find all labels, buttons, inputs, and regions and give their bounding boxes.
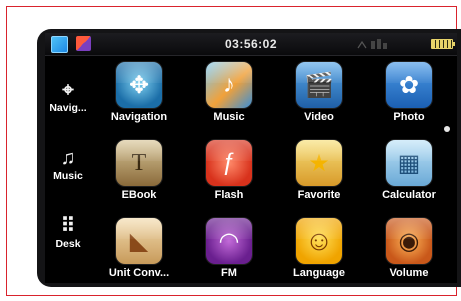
sidebar-item-label: Desk	[55, 238, 81, 250]
app-label: Calculator	[382, 189, 436, 201]
clapperboard-icon: 🎬	[304, 71, 334, 99]
music-note-icon: ♫	[60, 147, 76, 169]
app-grid: ✥ Navigation ♪ Music 🎬 Video ✿ Photo T E…	[95, 56, 445, 283]
app-language[interactable]: ☺ Language	[275, 218, 363, 279]
navigation-compass-icon: ✥	[128, 71, 150, 99]
screen: 03:56:02 ⌖ Navig... ♫ Music ⠿ Desk ✥ Nav…	[45, 33, 457, 283]
app-flash[interactable]: ƒ Flash	[185, 140, 273, 201]
sidebar: ⌖ Navig... ♫ Music ⠿ Desk	[45, 56, 91, 283]
app-ebook[interactable]: T EBook	[95, 140, 183, 201]
app-label: Unit Conv...	[108, 267, 170, 279]
app-calculator[interactable]: ▦ Calculator	[365, 140, 453, 201]
gps-signal-icon	[357, 39, 387, 49]
ruler-triangle-icon: ◣	[129, 227, 149, 255]
app-fm[interactable]: ◠ FM	[185, 218, 273, 279]
app-label: Flash	[214, 189, 244, 201]
app-label: Video	[304, 111, 334, 123]
page-indicator-dot[interactable]	[444, 126, 450, 132]
app-navigation[interactable]: ✥ Navigation	[95, 62, 183, 123]
sidebar-item-label: Navig...	[49, 102, 87, 114]
sidebar-item-label: Music	[53, 170, 83, 182]
app-label: Music	[213, 111, 245, 123]
app-unit-converter[interactable]: ◣ Unit Conv...	[95, 218, 183, 279]
app-label: Favorite	[297, 189, 341, 201]
status-bar: 03:56:02	[45, 33, 457, 56]
smiley-icon: ☺	[304, 225, 334, 256]
app-label: Volume	[389, 267, 429, 279]
app-photo[interactable]: ✿ Photo	[365, 62, 453, 123]
app-video[interactable]: 🎬 Video	[275, 62, 363, 123]
app-label: Language	[293, 267, 345, 279]
flash-icon: ƒ	[222, 149, 236, 176]
photo-icon: ✿	[398, 71, 420, 99]
app-label: Photo	[393, 111, 425, 123]
battery-icon	[431, 39, 455, 49]
clock: 03:56:02	[224, 37, 278, 51]
book-icon: T	[131, 149, 147, 176]
app-label: Navigation	[110, 111, 168, 123]
speaker-icon: ◉	[398, 227, 420, 255]
app-label: EBook	[121, 189, 157, 201]
sidebar-item-music[interactable]: ♫ Music	[45, 146, 91, 182]
app-favorite[interactable]: ★ Favorite	[275, 140, 363, 201]
music-icon: ♪	[223, 71, 235, 98]
app-music[interactable]: ♪ Music	[185, 62, 273, 123]
gps-device: 03:56:02 ⌖ Navig... ♫ Music ⠿ Desk ✥ Nav…	[37, 29, 461, 287]
sidebar-item-navigation[interactable]: ⌖ Navig...	[45, 78, 91, 114]
star-icon: ★	[308, 149, 330, 177]
app-label: FM	[221, 267, 237, 279]
sidebar-item-desk[interactable]: ⠿ Desk	[45, 214, 91, 250]
compass-crosshair-icon: ⌖	[62, 79, 74, 101]
calculator-icon: ▦	[397, 149, 421, 177]
grid-icon: ⠿	[60, 215, 76, 237]
radio-waves-icon: ◠	[218, 227, 240, 255]
app-volume[interactable]: ◉ Volume	[365, 218, 453, 279]
